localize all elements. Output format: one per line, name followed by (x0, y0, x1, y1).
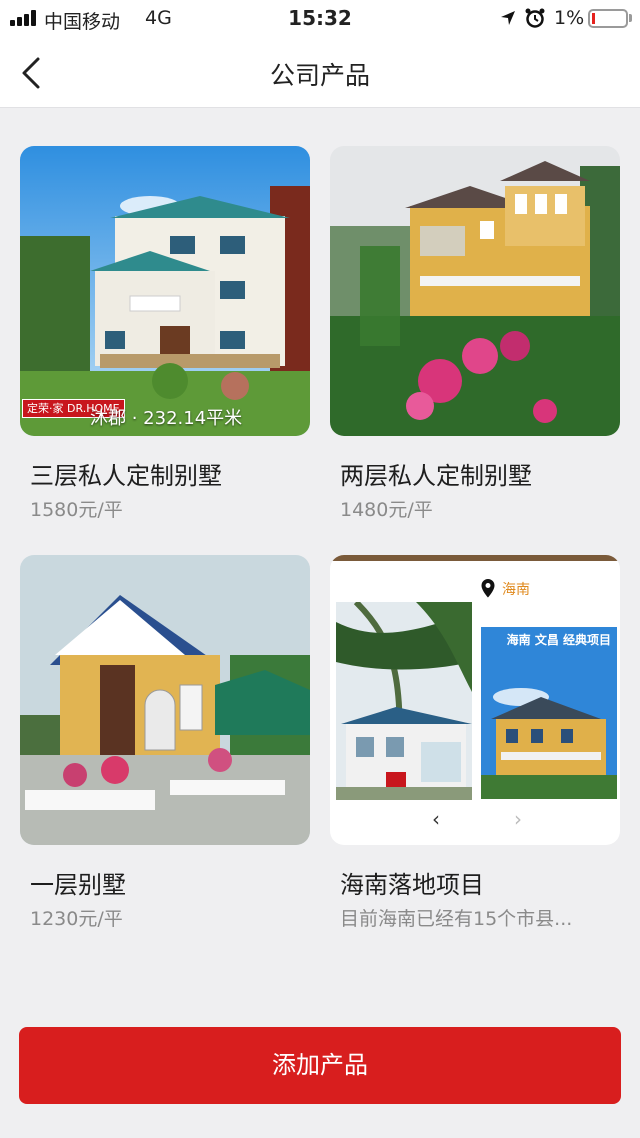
carousel-image-villa (336, 602, 472, 800)
image-corner-text: 海南 文昌 经典项目 (506, 633, 611, 647)
chevron-left-icon: ‹ (432, 807, 440, 831)
page-title: 公司产品 (269, 61, 370, 90)
location-pin-icon (481, 579, 495, 598)
battery-percent: 1% (554, 7, 585, 29)
battery-level-fill (592, 13, 595, 24)
product-price: 1230元/平 (30, 908, 123, 930)
status-bar: 中国移动 4G 15:32 1% (0, 0, 640, 36)
carousel-image-wenchang: 海南 文昌 经典项目 (481, 627, 617, 799)
location-label: 海南 (502, 582, 530, 598)
add-product-button[interactable]: 添加产品 (19, 1027, 621, 1104)
location-arrow-icon (501, 11, 515, 25)
chevron-right-icon: › (514, 807, 522, 831)
image-caption: 沐郡 · 232.14平米 (90, 408, 243, 429)
product-image: 海南 海南 文昌 经典项目 ‹ › (330, 555, 620, 845)
carousel-next-button[interactable]: › (508, 807, 528, 831)
battery-nub (629, 14, 632, 22)
product-title: 三层私人定制别墅 (30, 462, 222, 490)
hainan-carousel: 海南 海南 文昌 经典项目 ‹ › (330, 555, 620, 845)
product-title: 一层别墅 (30, 871, 126, 899)
product-title: 海南落地项目 (340, 871, 484, 899)
alarm-icon (525, 8, 545, 28)
navigation-bar: 公司产品 (0, 36, 640, 108)
product-image (330, 146, 620, 436)
product-description: 目前海南已经有15个市县... (340, 908, 573, 930)
product-price: 1580元/平 (30, 499, 123, 521)
product-price: 1480元/平 (340, 499, 433, 521)
battery-icon (588, 9, 628, 28)
product-title: 两层私人定制别墅 (340, 462, 532, 490)
product-image (20, 555, 310, 845)
carousel-prev-button[interactable]: ‹ (426, 807, 446, 831)
product-image: 定荣·家 DR.HOME 沐郡 · 232.14平米 (20, 146, 310, 436)
